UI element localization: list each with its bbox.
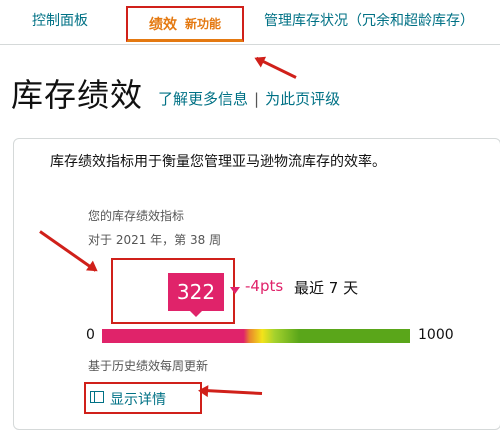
down-arrow-icon bbox=[230, 287, 240, 294]
metric-week: 对于 2021 年，第 38 周 bbox=[88, 233, 222, 247]
page-title: 库存绩效 bbox=[11, 76, 144, 114]
tab-performance[interactable]: 绩效 新功能 bbox=[126, 6, 244, 42]
update-note: 基于历史绩效每周更新 bbox=[88, 359, 209, 373]
tab-manage-inventory-health[interactable]: 管理库存状况（冗余和超龄库存） bbox=[264, 10, 474, 30]
new-feature-badge: 新功能 bbox=[184, 17, 221, 31]
ipi-score-badge: 322 bbox=[168, 273, 224, 311]
learn-more-link[interactable]: 了解更多信息 bbox=[158, 90, 248, 108]
card-description: 库存绩效指标用于衡量您管理亚马逊物流库存的效率。 bbox=[50, 154, 386, 170]
tab-bar: 控制面板 绩效 新功能 管理库存状况（冗余和超龄库存） bbox=[0, 0, 500, 45]
tab-performance-label: 绩效 bbox=[148, 16, 177, 33]
score-change: -4pts bbox=[245, 277, 284, 295]
link-separator: | bbox=[254, 90, 260, 108]
recent-period: 最近 7 天 bbox=[294, 279, 359, 297]
score-pointer bbox=[190, 311, 202, 317]
score-scale-bar bbox=[102, 329, 410, 343]
scale-max: 1000 bbox=[418, 327, 454, 343]
annotation-arrow-tab bbox=[255, 56, 297, 79]
performance-card: 库存绩效指标用于衡量您管理亚马逊物流库存的效率。 您的库存绩效指标 对于 202… bbox=[13, 138, 500, 430]
scale-min: 0 bbox=[86, 327, 95, 343]
rate-page-link[interactable]: 为此页评级 bbox=[265, 90, 340, 108]
show-details-link[interactable]: 显示详情 bbox=[110, 389, 166, 409]
title-links: 了解更多信息 | 为此页评级 bbox=[158, 88, 340, 109]
panel-icon bbox=[90, 391, 104, 403]
tab-dashboard[interactable]: 控制面板 bbox=[32, 10, 88, 30]
metric-title: 您的库存绩效指标 bbox=[88, 209, 185, 223]
